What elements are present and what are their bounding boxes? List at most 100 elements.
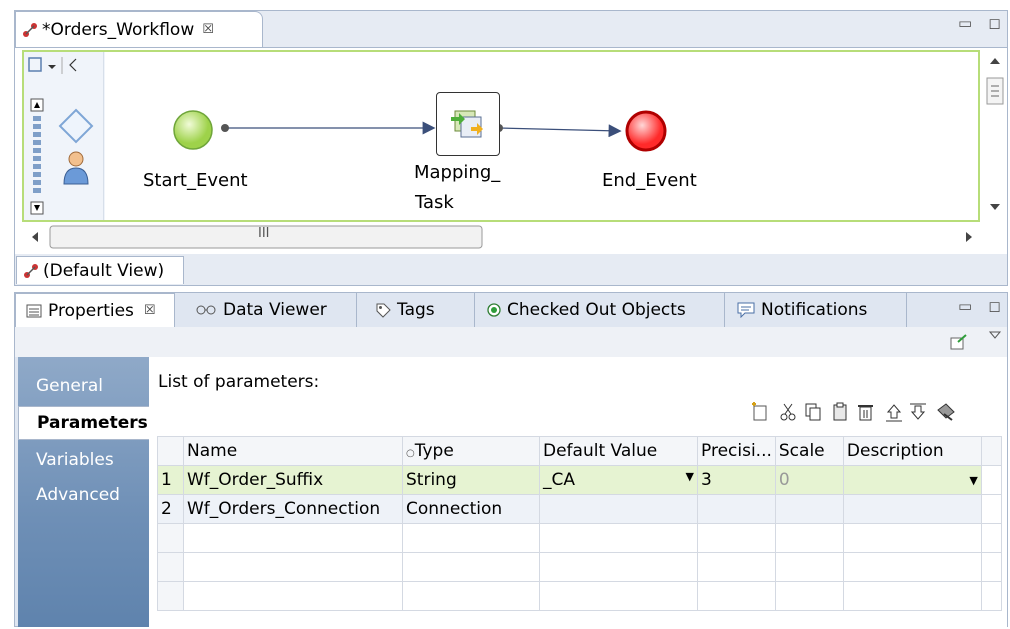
nav-variables[interactable]: Variables — [18, 443, 149, 477]
column-header-type-label: Type — [414, 441, 454, 461]
palette-toolbar — [28, 57, 77, 74]
cell-description[interactable] — [842, 494, 982, 524]
tab-tags-label: Tags — [397, 300, 435, 320]
end-event-label: End_Event — [602, 170, 697, 191]
nav-general[interactable]: General — [18, 369, 149, 403]
cell-scale[interactable] — [774, 494, 844, 524]
empty-row — [157, 523, 1002, 553]
cut-icon — [780, 403, 796, 421]
workflow-drawing-area: Start_Event Mapping_ Task End_Event — [105, 52, 978, 220]
radio-checked-icon — [487, 303, 501, 317]
flow-task-to-end — [498, 124, 622, 138]
cell-description[interactable]: ▼ — [842, 465, 982, 495]
column-header-description[interactable]: Description — [842, 436, 982, 466]
cell-precision[interactable]: 3 — [697, 465, 776, 495]
properties-toolstrip — [15, 327, 1007, 357]
chevron-down-icon — [48, 65, 56, 69]
tab-properties-label: Properties — [48, 300, 134, 321]
close-icon[interactable]: ☒ — [202, 22, 214, 37]
minimize-icon[interactable]: ▭ — [958, 14, 972, 32]
tab-checked-out-objects[interactable]: Checked Out Objects — [477, 293, 725, 327]
delete-icon — [858, 405, 873, 421]
start-event-node[interactable] — [171, 108, 215, 152]
collapse-left-icon — [69, 58, 77, 72]
maximize-icon[interactable]: ◻ — [988, 14, 1000, 32]
parameters-list-title: List of parameters: — [158, 372, 320, 392]
gateway-icon[interactable] — [56, 106, 96, 146]
mapping-task-node[interactable] — [436, 92, 500, 156]
mapping-task-icon — [451, 110, 483, 138]
description-edit-icon[interactable]: ▼ — [969, 474, 977, 487]
cell-default-value[interactable] — [539, 494, 698, 524]
move-up-icon — [886, 404, 902, 422]
scroll-grip-label: III — [258, 226, 270, 241]
minimize-icon[interactable]: ▭ — [958, 297, 972, 315]
sort-indicator-icon: ○ — [406, 448, 415, 459]
tab-notifications-label: Notifications — [761, 300, 868, 320]
sequence-flows — [221, 121, 622, 138]
copy-icon — [805, 403, 821, 421]
cell-default-value-text: _CA — [543, 470, 575, 490]
expression-edit-icon[interactable]: ▼ — [686, 470, 694, 483]
start-event-label: Start_Event — [143, 170, 248, 191]
end-event-node[interactable] — [623, 108, 669, 154]
mapping-task-label-line1: Mapping_ — [414, 162, 501, 183]
move-down-icon — [910, 403, 926, 420]
cell-type[interactable]: Connection — [402, 494, 540, 524]
column-header-filler — [980, 436, 1002, 466]
tab-notifications[interactable]: Notifications — [727, 293, 907, 327]
view-menu-icon[interactable] — [987, 329, 1003, 341]
new-parameter-icon — [752, 402, 767, 421]
maximize-icon[interactable]: ◻ — [988, 297, 1000, 315]
data-viewer-icon — [196, 305, 216, 315]
tab-data-viewer[interactable]: Data Viewer — [185, 293, 357, 327]
workflow-icon — [24, 263, 38, 278]
nav-parameters[interactable]: Parameters — [18, 406, 149, 440]
editor-tab-title: *Orders_Workflow — [42, 19, 195, 40]
canvas-vertical-scrollbar[interactable] — [984, 50, 1006, 222]
row-number: 2 — [157, 494, 184, 524]
editor-window-controls: ▭ ◻ — [958, 14, 1001, 32]
row-filler — [980, 465, 1002, 495]
cell-precision[interactable] — [697, 494, 776, 524]
workflow-icon — [23, 22, 37, 37]
column-header-default-value[interactable]: Default Value — [539, 436, 698, 466]
row-filler — [980, 494, 1002, 524]
table-row[interactable]: 1 Wf_Order_Suffix String _CA ▼ 3 0 ▼ — [157, 465, 1002, 495]
column-header-scale[interactable]: Scale — [774, 436, 844, 466]
tag-icon — [376, 303, 391, 318]
cell-scale[interactable]: 0 — [774, 465, 844, 495]
tab-properties[interactable]: Properties ☒ — [15, 293, 175, 327]
bind-icon — [937, 403, 955, 421]
tab-tags[interactable]: Tags — [365, 293, 475, 327]
paste-icon — [833, 402, 847, 421]
cell-default-value[interactable]: _CA ▼ — [539, 465, 698, 495]
pin-editor-icon[interactable] — [949, 333, 969, 351]
parameters-table: Name ○Type Default Value Precisi... Scal… — [157, 436, 1002, 611]
canvas-horizontal-scrollbar[interactable]: III — [22, 222, 982, 252]
palette-scroll[interactable] — [30, 98, 44, 216]
cell-type[interactable]: String — [402, 465, 540, 495]
tab-checked-out-label: Checked Out Objects — [507, 300, 686, 320]
parameters-toolbar — [752, 402, 955, 422]
mapping-task-label-line2: Task — [415, 192, 454, 213]
row-number: 1 — [157, 465, 184, 495]
editor-tab-orders-workflow[interactable]: *Orders_Workflow ☒ — [15, 11, 263, 47]
cell-name[interactable]: Wf_Orders_Connection — [183, 494, 403, 524]
object-palette — [24, 52, 104, 220]
default-view-tab[interactable]: (Default View) — [16, 256, 184, 284]
notification-icon — [737, 302, 755, 318]
column-header-precision[interactable]: Precisi... — [697, 436, 776, 466]
table-row[interactable]: 2 Wf_Orders_Connection Connection — [157, 494, 1002, 524]
palette-select-icon — [28, 57, 42, 72]
human-task-icon[interactable] — [62, 150, 90, 186]
nav-advanced[interactable]: Advanced — [18, 478, 149, 512]
close-icon[interactable]: ☒ — [144, 303, 156, 318]
default-view-label: (Default View) — [43, 260, 165, 281]
tab-data-viewer-label: Data Viewer — [223, 300, 327, 320]
cell-name[interactable]: Wf_Order_Suffix — [183, 465, 403, 495]
empty-row — [157, 552, 1002, 582]
column-header-name[interactable]: Name — [183, 436, 403, 466]
column-header-type[interactable]: ○Type — [402, 436, 540, 466]
empty-row — [157, 581, 1002, 611]
